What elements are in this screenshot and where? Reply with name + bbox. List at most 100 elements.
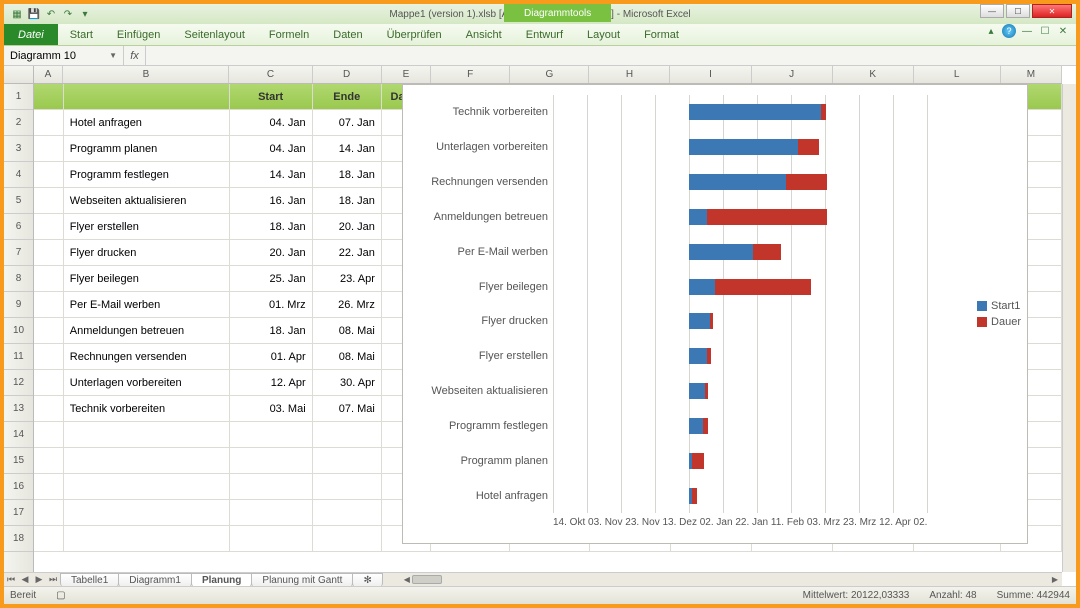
ribbon-tab-layout[interactable]: Layout: [575, 24, 632, 45]
column-header-E[interactable]: E: [382, 66, 431, 83]
cell[interactable]: 12. Apr: [230, 370, 313, 395]
cell[interactable]: Technik vorbereiten: [64, 396, 230, 421]
cell[interactable]: 20. Jan: [313, 214, 382, 239]
column-header-M[interactable]: M: [1001, 66, 1062, 83]
cell[interactable]: 18. Jan: [230, 318, 313, 343]
redo-icon[interactable]: ↷: [61, 7, 75, 21]
cell[interactable]: [34, 136, 64, 161]
ribbon-tab-einfügen[interactable]: Einfügen: [105, 24, 172, 45]
new-sheet-button[interactable]: ✻: [352, 573, 382, 586]
column-header-J[interactable]: J: [752, 66, 833, 83]
cell[interactable]: Programm planen: [64, 136, 230, 161]
cell[interactable]: [34, 110, 64, 135]
cell[interactable]: Ende: [313, 84, 382, 109]
cell[interactable]: Hotel anfragen: [64, 110, 230, 135]
cell[interactable]: [313, 500, 382, 525]
cell[interactable]: [230, 448, 313, 473]
select-all-corner[interactable]: [4, 66, 34, 83]
cell[interactable]: [64, 500, 230, 525]
cell[interactable]: [34, 214, 64, 239]
sheet-tab-tabelle1[interactable]: Tabelle1: [60, 573, 119, 586]
cell[interactable]: [34, 474, 64, 499]
qat-dropdown-icon[interactable]: ▾: [78, 7, 92, 21]
row-header-2[interactable]: 2: [4, 110, 33, 136]
cell[interactable]: 08. Mai: [313, 318, 382, 343]
ribbon-tab-überprüfen[interactable]: Überprüfen: [375, 24, 454, 45]
name-box-dropdown-icon[interactable]: ▼: [109, 51, 117, 60]
file-tab[interactable]: Datei: [4, 24, 58, 45]
horizontal-scrollbar[interactable]: ◀ ▶: [402, 573, 1062, 586]
column-header-C[interactable]: C: [229, 66, 312, 83]
row-header-3[interactable]: 3: [4, 136, 33, 162]
vertical-scrollbar[interactable]: [1062, 84, 1076, 572]
cell[interactable]: 26. Mrz: [313, 292, 382, 317]
help-icon[interactable]: ?: [1002, 24, 1016, 38]
cell[interactable]: Webseiten aktualisieren: [64, 188, 230, 213]
row-header-11[interactable]: 11: [4, 344, 33, 370]
cell[interactable]: 18. Jan: [230, 214, 313, 239]
row-header-4[interactable]: 4: [4, 162, 33, 188]
cell[interactable]: Per E-Mail werben: [64, 292, 230, 317]
column-header-B[interactable]: B: [63, 66, 229, 83]
formula-input[interactable]: [146, 46, 1076, 65]
row-header-1[interactable]: 1: [4, 84, 33, 110]
sheet-tab-planung[interactable]: Planung: [191, 573, 252, 586]
cell[interactable]: 22. Jan: [313, 240, 382, 265]
cell[interactable]: Programm festlegen: [64, 162, 230, 187]
cell[interactable]: Flyer beilegen: [64, 266, 230, 291]
cell[interactable]: [34, 240, 64, 265]
close-button[interactable]: ✕: [1032, 4, 1072, 18]
column-header-L[interactable]: L: [914, 66, 1001, 83]
cell[interactable]: [34, 162, 64, 187]
cell[interactable]: 04. Jan: [230, 110, 313, 135]
cell[interactable]: Anmeldungen betreuen: [64, 318, 230, 343]
maximize-button[interactable]: ☐: [1006, 4, 1030, 18]
workbook-minimize-icon[interactable]: —: [1020, 24, 1034, 38]
cell[interactable]: [313, 526, 382, 551]
cell[interactable]: Flyer erstellen: [64, 214, 230, 239]
cell[interactable]: 18. Jan: [313, 188, 382, 213]
cell[interactable]: [313, 448, 382, 473]
column-header-K[interactable]: K: [833, 66, 914, 83]
cell[interactable]: 20. Jan: [230, 240, 313, 265]
macro-record-icon[interactable]: ▢: [56, 590, 65, 601]
undo-icon[interactable]: ↶: [44, 7, 58, 21]
row-header-18[interactable]: 18: [4, 526, 33, 552]
cell[interactable]: [230, 526, 313, 551]
cell[interactable]: [34, 448, 64, 473]
name-box[interactable]: Diagramm 10 ▼: [4, 46, 124, 65]
row-header-16[interactable]: 16: [4, 474, 33, 500]
cell[interactable]: 04. Jan: [230, 136, 313, 161]
cell[interactable]: [34, 344, 64, 369]
cell[interactable]: 18. Jan: [313, 162, 382, 187]
ribbon-tab-start[interactable]: Start: [58, 24, 105, 45]
cell[interactable]: Start: [230, 84, 313, 109]
sheet-nav-buttons[interactable]: ⏮◀▶⏭: [4, 573, 60, 586]
cell[interactable]: 14. Jan: [230, 162, 313, 187]
cell[interactable]: [34, 500, 64, 525]
row-header-15[interactable]: 15: [4, 448, 33, 474]
cell[interactable]: 03. Mai: [230, 396, 313, 421]
cell[interactable]: [230, 474, 313, 499]
fx-button[interactable]: fx: [124, 46, 146, 65]
ribbon-tab-formeln[interactable]: Formeln: [257, 24, 321, 45]
cell[interactable]: [64, 526, 230, 551]
cell[interactable]: 16. Jan: [230, 188, 313, 213]
row-header-8[interactable]: 8: [4, 266, 33, 292]
sheet-tab-planung mit gantt[interactable]: Planung mit Gantt: [251, 573, 353, 586]
cell[interactable]: [34, 188, 64, 213]
cell[interactable]: [34, 266, 64, 291]
embedded-chart[interactable]: Technik vorbereitenUnterlagen vorbereite…: [402, 84, 1028, 544]
cell[interactable]: Flyer drucken: [64, 240, 230, 265]
row-header-5[interactable]: 5: [4, 188, 33, 214]
column-header-D[interactable]: D: [313, 66, 382, 83]
column-header-H[interactable]: H: [589, 66, 670, 83]
column-header-I[interactable]: I: [670, 66, 751, 83]
cell[interactable]: 01. Apr: [230, 344, 313, 369]
cell[interactable]: [64, 84, 230, 109]
scroll-thumb[interactable]: [412, 575, 442, 584]
cell[interactable]: [34, 422, 64, 447]
cell[interactable]: [34, 84, 64, 109]
sheet-tab-diagramm1[interactable]: Diagramm1: [118, 573, 192, 586]
cell[interactable]: [230, 500, 313, 525]
